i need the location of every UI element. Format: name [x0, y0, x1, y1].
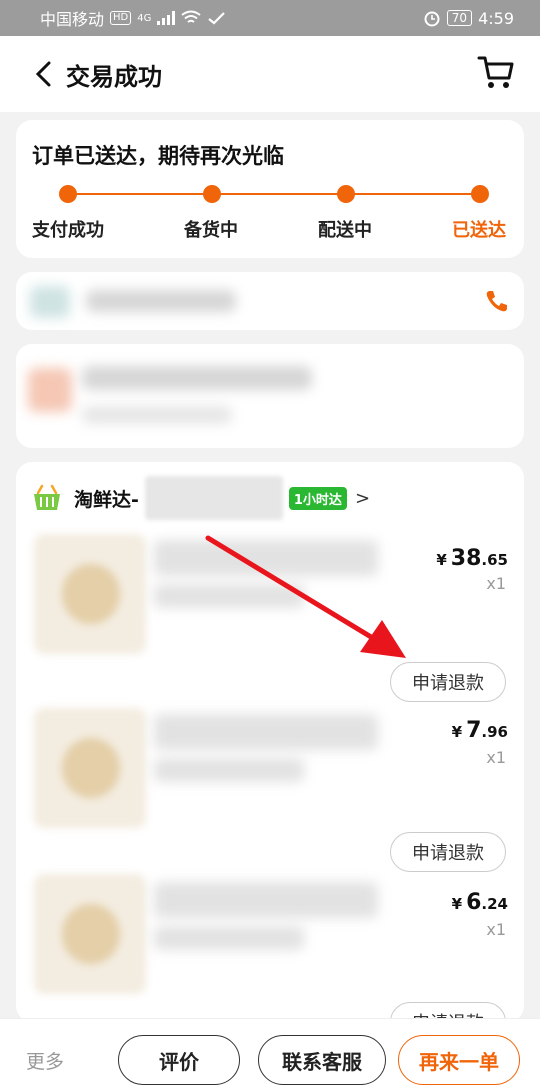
item-quantity: x1 — [486, 748, 506, 767]
chevron-left-icon — [35, 61, 51, 87]
signal-icon — [157, 11, 176, 25]
page-title: 交易成功 — [66, 62, 162, 91]
wifi-icon — [181, 10, 201, 23]
item-price: ¥7.96 — [451, 718, 508, 743]
item-spec-blur — [154, 758, 304, 782]
cart-icon — [477, 56, 514, 88]
refund-button[interactable]: 申请退款 — [390, 662, 506, 702]
hd-badge: HD — [110, 11, 132, 25]
item-price: ¥6.24 — [451, 890, 508, 915]
item-quantity: x1 — [486, 574, 506, 593]
chevron-right-icon: > — [354, 487, 371, 509]
step-dot-3 — [337, 185, 355, 203]
item-image[interactable] — [34, 534, 146, 654]
step-label-delivering: 配送中 — [318, 220, 372, 241]
order-progress-card: 订单已送达，期待再次光临 支付成功 备货中 配送中 已送达 — [16, 120, 524, 258]
refund-button[interactable]: 申请退款 — [390, 832, 506, 872]
courier-info-blur — [86, 290, 236, 312]
cart-button[interactable] — [476, 52, 516, 92]
item-image[interactable] — [34, 708, 146, 828]
reorder-button[interactable]: 再来一单 — [398, 1035, 520, 1085]
store-name: 淘鲜达- — [74, 488, 139, 511]
item-spec-blur — [154, 926, 304, 950]
courier-card[interactable] — [16, 272, 524, 330]
step-label-delivered: 已送达 — [452, 220, 506, 241]
status-time: 4:59 — [478, 8, 514, 28]
address-icon — [28, 368, 72, 412]
store-row[interactable]: 淘鲜达- 1小时达 > — [32, 476, 371, 520]
item-quantity: x1 — [486, 920, 506, 939]
page-header: 交易成功 — [0, 36, 540, 112]
phone-icon[interactable] — [484, 288, 510, 314]
courier-avatar — [30, 286, 70, 318]
battery-icon: 70 — [446, 10, 473, 26]
progress-title: 订单已送达，期待再次光临 — [32, 144, 284, 168]
basket-icon — [34, 484, 60, 510]
item-image[interactable] — [34, 874, 146, 994]
bottom-action-bar: 更多 评价 联系客服 再来一单 — [0, 1018, 540, 1092]
step-dot-4 — [471, 185, 489, 203]
network-type: 4G — [137, 12, 152, 24]
item-price: ¥38.65 — [436, 546, 508, 571]
address-line-2-blur — [82, 406, 232, 424]
delivery-badge: 1小时达 — [288, 486, 347, 510]
item-name-blur[interactable] — [154, 714, 378, 750]
review-button[interactable]: 评价 — [118, 1035, 240, 1085]
step-label-preparing: 备货中 — [184, 220, 238, 241]
store-name-blur — [144, 476, 283, 520]
more-button[interactable]: 更多 — [26, 1047, 64, 1074]
progress-line — [68, 193, 480, 195]
step-label-paid: 支付成功 — [32, 220, 104, 241]
item-spec-blur — [154, 584, 304, 608]
carrier-name: 中国移动 — [40, 10, 105, 29]
step-dot-1 — [59, 185, 77, 203]
item-name-blur[interactable] — [154, 882, 378, 918]
vpn-icon — [208, 12, 226, 25]
address-line-1-blur — [82, 366, 312, 390]
order-items-card: 淘鲜达- 1小时达 > ¥38.65 x1 申请退款 ¥7.96 x1 申请退款… — [16, 462, 524, 1022]
alarm-icon — [424, 11, 440, 27]
back-button[interactable] — [22, 52, 66, 96]
address-card — [16, 344, 524, 448]
status-bar: 中国移动 HD 4G 70 4:59 — [0, 0, 540, 36]
step-dot-2 — [203, 185, 221, 203]
item-name-blur[interactable] — [154, 540, 378, 576]
contact-service-button[interactable]: 联系客服 — [258, 1035, 386, 1085]
